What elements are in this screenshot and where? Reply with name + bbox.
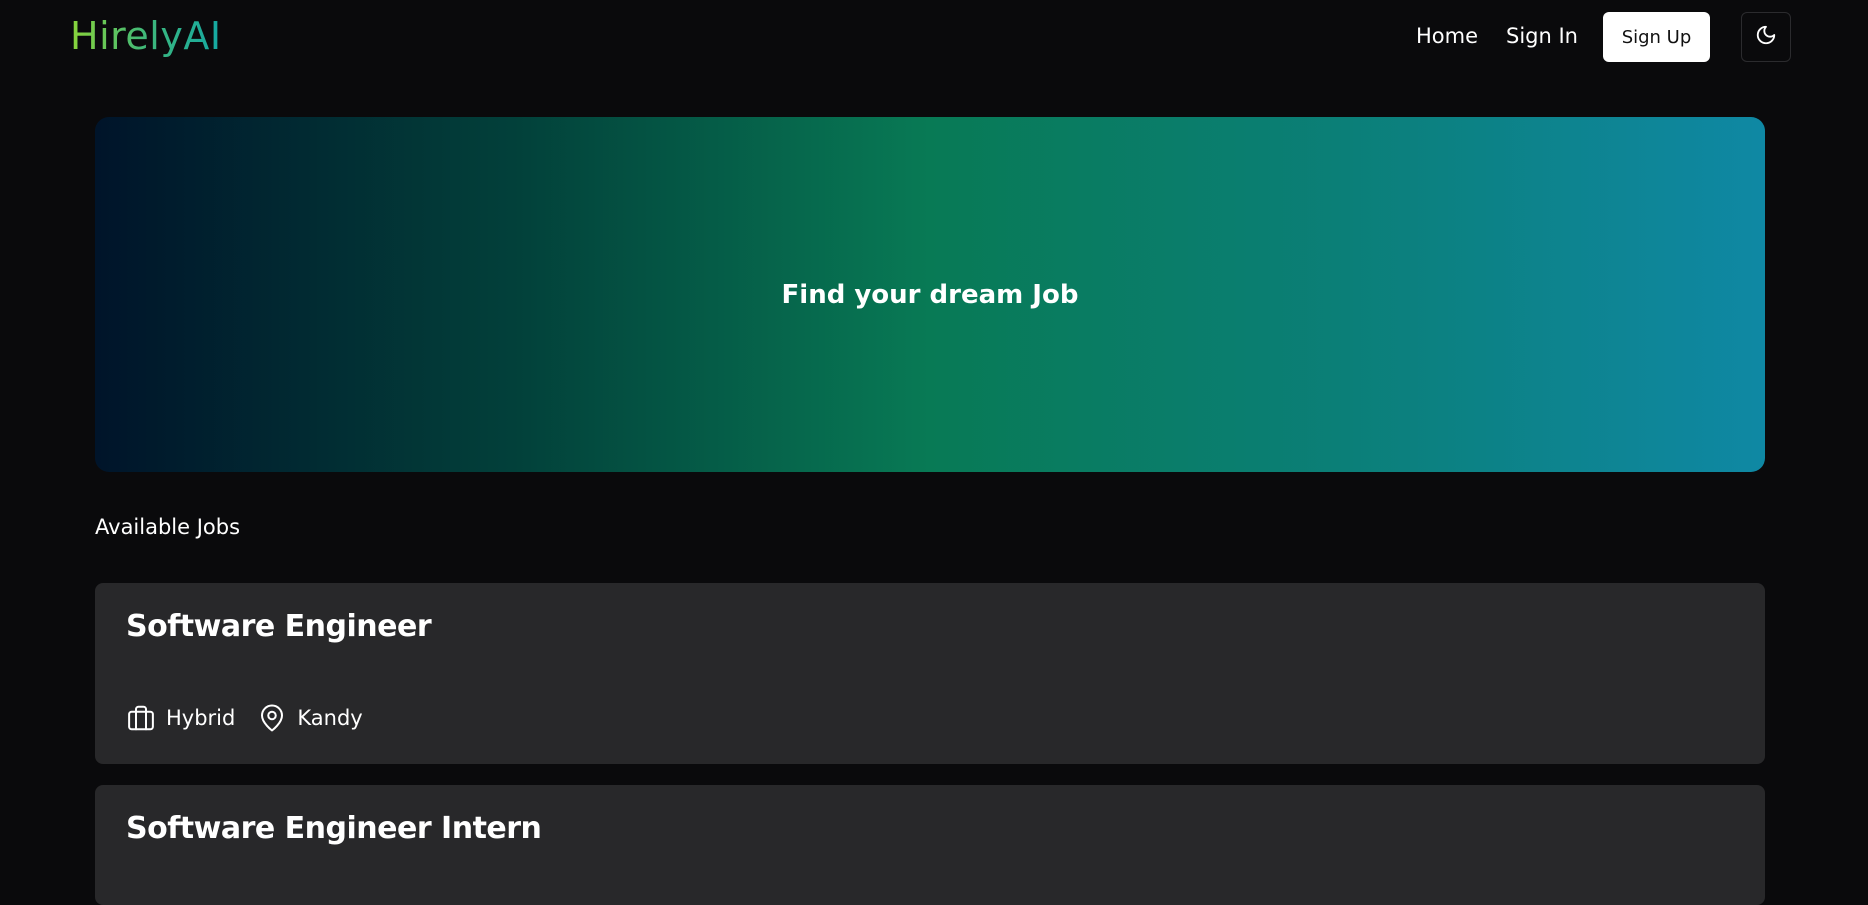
map-pin-icon: [257, 703, 287, 733]
job-card[interactable]: Software Engineer Hybrid Kandy: [95, 583, 1765, 764]
hero-banner: Find your dream Job: [95, 117, 1765, 472]
job-type: Hybrid: [126, 703, 235, 733]
briefcase-icon: [126, 703, 156, 733]
nav-home-link[interactable]: Home: [1416, 24, 1478, 48]
moon-icon: [1755, 24, 1777, 50]
hero-title: Find your dream Job: [781, 279, 1079, 310]
job-meta: Hybrid Kandy: [126, 703, 385, 733]
available-jobs-heading: Available Jobs: [95, 515, 241, 539]
job-title: Software Engineer: [126, 609, 432, 644]
brand-logo[interactable]: HirelyAI: [70, 14, 222, 58]
nav-sign-in-link[interactable]: Sign In: [1506, 24, 1578, 48]
job-type-label: Hybrid: [166, 706, 236, 730]
sign-up-button[interactable]: Sign Up: [1603, 12, 1710, 62]
theme-toggle-button[interactable]: [1741, 12, 1791, 62]
navbar: HirelyAI Home Sign In Sign Up: [0, 0, 1868, 74]
job-location-label: Kandy: [297, 706, 363, 730]
job-title: Software Engineer Intern: [126, 811, 542, 846]
job-card[interactable]: Software Engineer Intern: [95, 785, 1765, 905]
job-location: Kandy: [257, 703, 363, 733]
